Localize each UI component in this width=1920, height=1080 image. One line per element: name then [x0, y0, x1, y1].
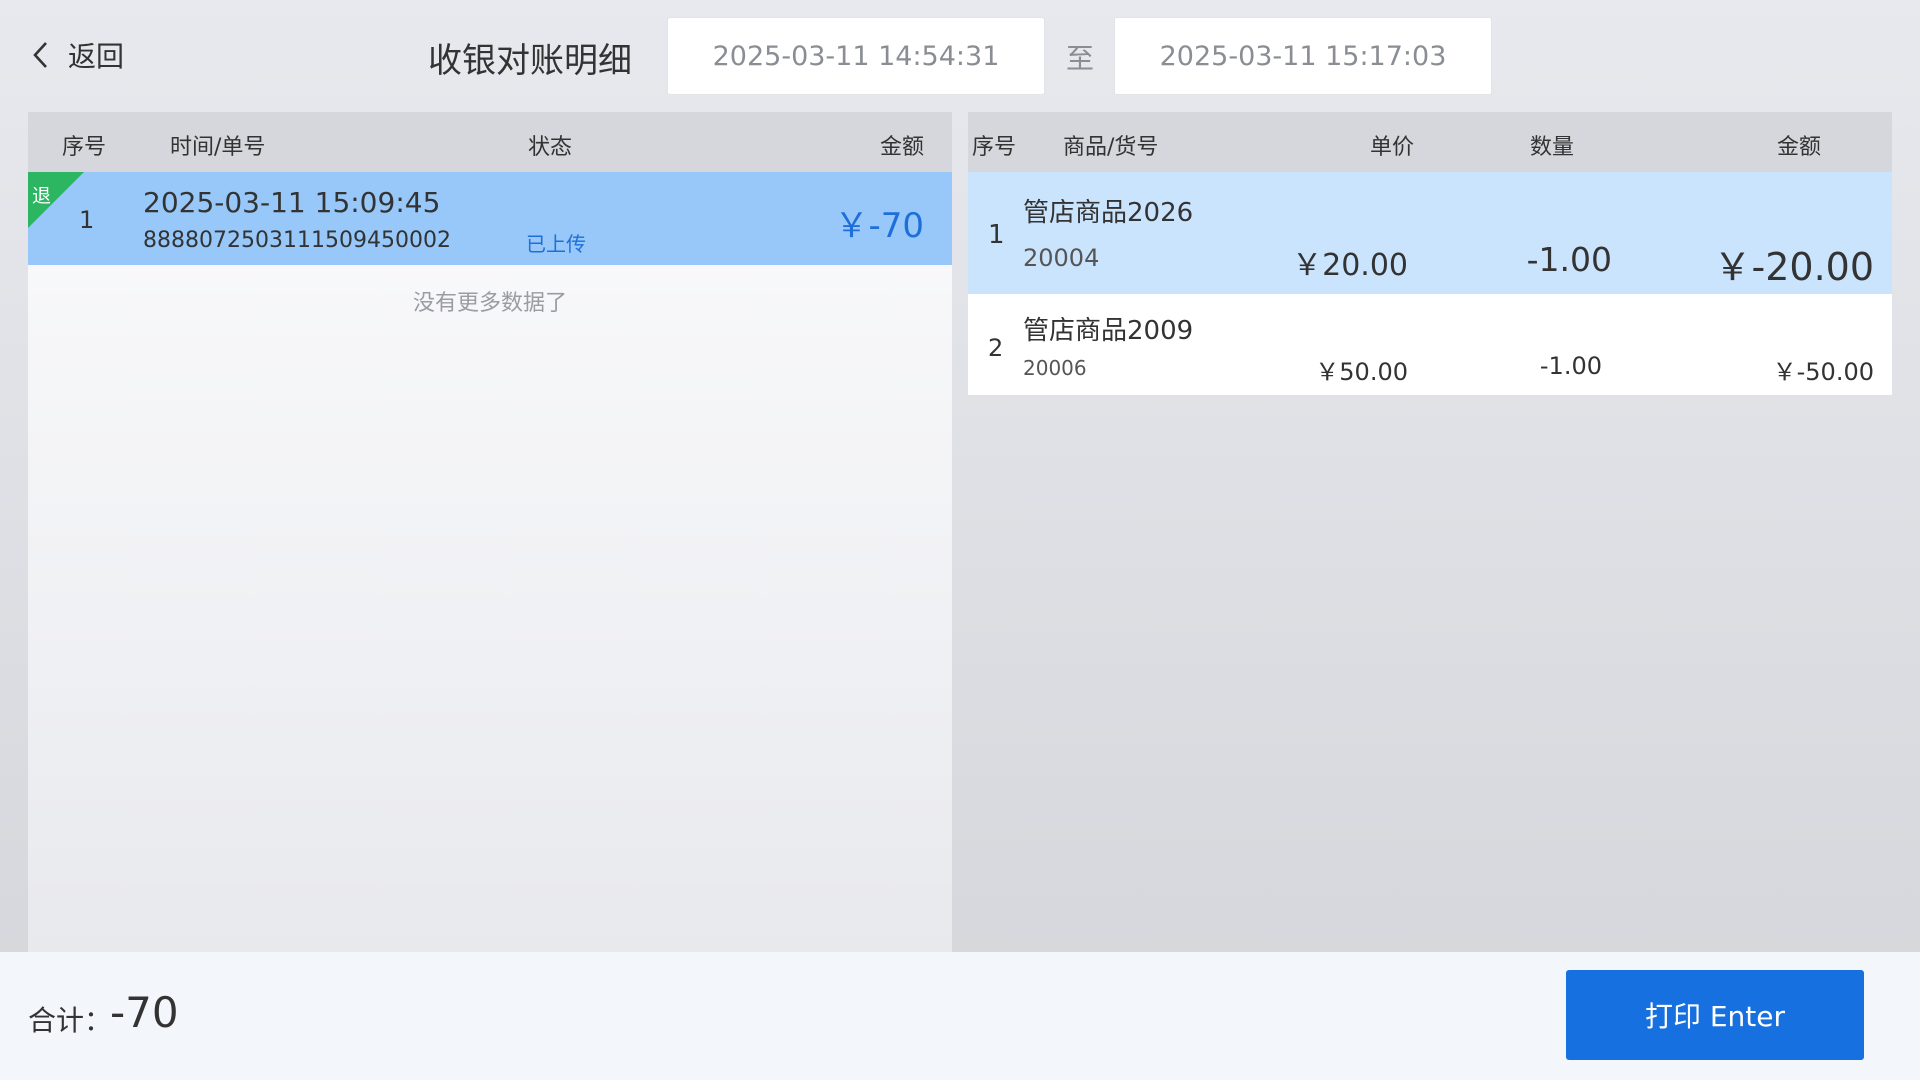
order-status: 已上传: [526, 232, 586, 256]
total-value: -70: [110, 988, 179, 1037]
column-amount: 金额: [879, 135, 924, 160]
chevron-left-icon: [33, 42, 47, 68]
header-bar: 返回 收银对账明细 2025-03-11 14:54:31 至 2025-03-…: [0, 0, 1920, 112]
order-amount: ￥-70: [834, 206, 924, 246]
order-time: 2025-03-11 15:09:45: [143, 186, 441, 219]
order-seq: 1: [79, 206, 95, 234]
start-time-field[interactable]: 2025-03-11 14:54:31: [667, 17, 1045, 95]
end-time-field[interactable]: 2025-03-11 15:17:03: [1114, 17, 1492, 95]
item-name: 管店商品2009: [1023, 316, 1194, 346]
order-list-panel: 序号 时间/单号 状态 金额 退 1 2025-03-11 15:09:45 8…: [28, 112, 952, 952]
item-row[interactable]: 1 管店商品2026 20004 ￥20.00 -1.00 ￥-20.00: [968, 172, 1892, 294]
column-time-no: 时间/单号: [170, 135, 266, 160]
column-status: 状态: [528, 135, 573, 160]
item-qty: -1.00: [1526, 240, 1612, 279]
item-name: 管店商品2026: [1023, 198, 1194, 228]
order-items-panel: 序号 商品/货号 单价 数量 金额 1 管店商品2026 20004 ￥20.0…: [968, 112, 1892, 952]
item-code: 20006: [1023, 356, 1087, 380]
column-seq: 序号: [62, 135, 107, 160]
item-price: ￥20.00: [1292, 248, 1408, 283]
item-qty: -1.00: [1539, 352, 1602, 380]
order-row[interactable]: 退 1 2025-03-11 15:09:45 8888072503111509…: [28, 172, 952, 265]
item-price: ￥50.00: [1315, 358, 1408, 386]
order-number: 888807250311150945000​2: [143, 228, 451, 253]
column-item-seq: 序号: [972, 135, 1017, 160]
no-more-data-hint: 没有更多数据了: [412, 291, 567, 316]
range-separator: 至: [1066, 42, 1095, 75]
back-label: 返回: [68, 40, 125, 73]
order-table-header: 序号 时间/单号 状态 金额: [28, 112, 952, 172]
total-label: 合计：: [28, 1004, 113, 1037]
item-seq: 1: [988, 220, 1005, 250]
item-row[interactable]: 2 管店商品2009 20006 ￥50.00 -1.00 ￥-50.00: [968, 294, 1892, 395]
column-item-price: 单价: [1370, 135, 1415, 160]
item-seq: 2: [988, 334, 1004, 362]
column-item-name: 商品/货号: [1063, 135, 1159, 160]
item-code: 20004: [1023, 244, 1100, 272]
column-item-qty: 数量: [1530, 135, 1575, 160]
page-title: 收银对账明细: [428, 41, 632, 81]
back-button[interactable]: 返回: [30, 35, 124, 75]
item-amount: ￥-50.00: [1772, 358, 1874, 386]
refund-tag-label: 退: [32, 185, 52, 207]
footer-bar: 合计： -70 打印 Enter: [0, 952, 1920, 1080]
item-amount: ￥-20.00: [1713, 245, 1875, 289]
column-item-amount: 金额: [1777, 135, 1822, 160]
print-button[interactable]: 打印 Enter: [1566, 970, 1864, 1060]
items-table-header: 序号 商品/货号 单价 数量 金额: [968, 112, 1892, 172]
